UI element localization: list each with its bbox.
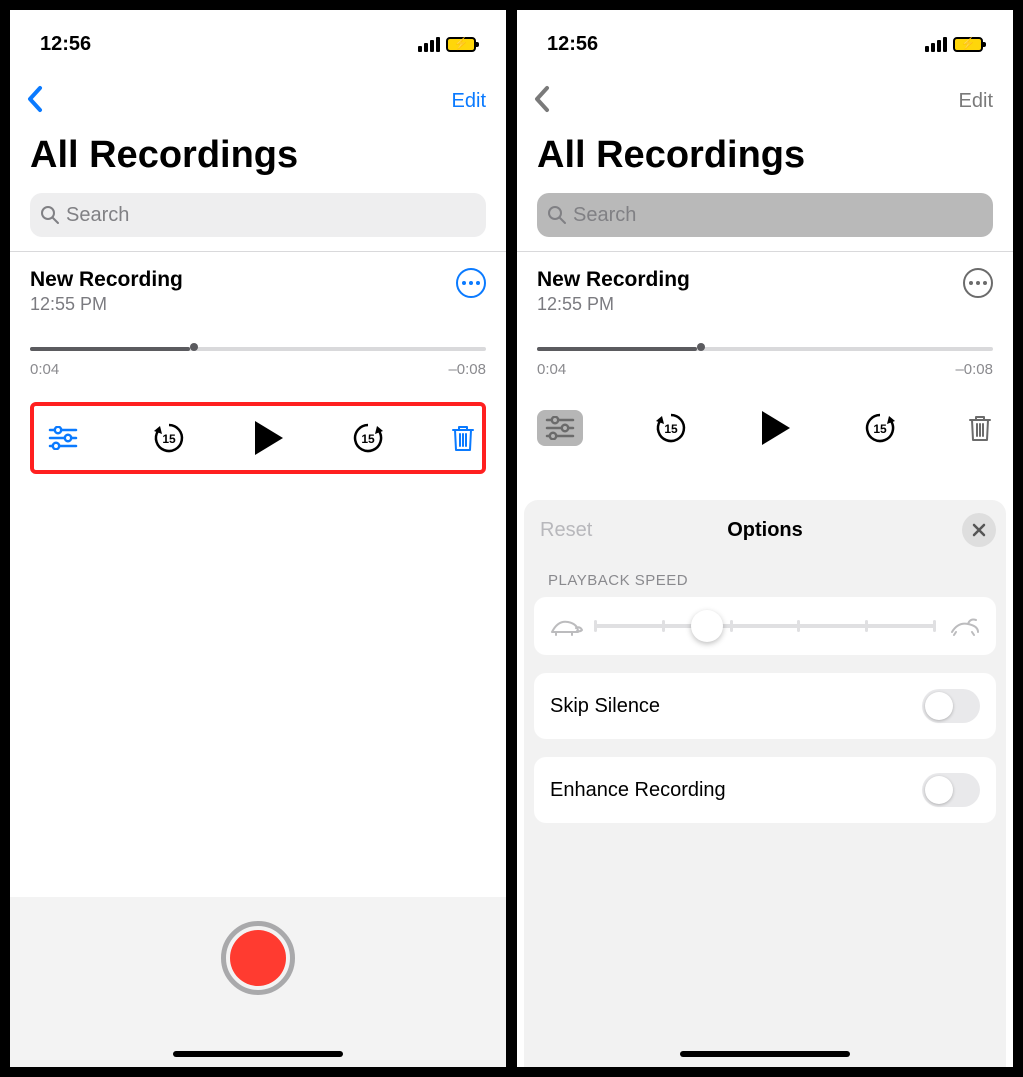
- options-button[interactable]: [40, 420, 86, 456]
- back-button[interactable]: [26, 85, 44, 118]
- status-bar: 12:56 ⚡: [517, 10, 1013, 62]
- rewind-icon: 15: [151, 420, 187, 456]
- page-title: All Recordings: [10, 118, 506, 187]
- search-icon: [40, 205, 60, 225]
- status-bar: 12:56 ⚡: [10, 10, 506, 62]
- delete-button[interactable]: [450, 423, 476, 453]
- recording-item[interactable]: New Recording 12:55 PM 0:04 –0:08: [10, 252, 506, 384]
- phone-left: 12:56 ⚡ Edit All Recordings Search New R…: [10, 10, 506, 1067]
- remaining-time: –0:08: [955, 361, 993, 378]
- more-button[interactable]: [456, 268, 486, 298]
- status-time: 12:56: [547, 33, 598, 56]
- cellular-signal-icon: [418, 37, 440, 52]
- recording-item[interactable]: New Recording 12:55 PM 0:04 –0:08: [517, 252, 1013, 384]
- more-button[interactable]: [963, 268, 993, 298]
- skip-silence-row: Skip Silence: [534, 673, 996, 739]
- record-button[interactable]: [221, 921, 295, 995]
- playback-scrubber[interactable]: [537, 345, 993, 351]
- playback-controls: 15 15: [40, 412, 476, 464]
- reset-button[interactable]: Reset: [540, 519, 592, 542]
- svg-text:15: 15: [873, 422, 887, 436]
- sliders-icon: [545, 416, 575, 440]
- play-button[interactable]: [251, 419, 285, 457]
- search-icon: [547, 205, 567, 225]
- rewind-icon: 15: [653, 410, 689, 446]
- status-time: 12:56: [40, 33, 91, 56]
- options-button[interactable]: [537, 410, 583, 446]
- record-icon: [230, 930, 286, 986]
- status-indicators: ⚡: [925, 37, 983, 52]
- recording-time: 12:55 PM: [30, 294, 183, 315]
- home-indicator[interactable]: [173, 1051, 343, 1057]
- sheet-header: Reset Options: [524, 500, 1006, 560]
- rewind-15-button[interactable]: 15: [151, 420, 187, 456]
- options-sheet: Reset Options PLAYBACK SPEED Skip Silenc…: [524, 500, 1006, 1067]
- skip-silence-toggle[interactable]: [922, 689, 980, 723]
- hare-icon: [946, 614, 982, 638]
- nav-bar: Edit: [10, 62, 506, 118]
- page-title: All Recordings: [517, 118, 1013, 187]
- recording-title: New Recording: [537, 268, 690, 292]
- recording-title: New Recording: [30, 268, 183, 292]
- close-button[interactable]: [962, 513, 996, 547]
- playback-speed-card: [534, 597, 996, 655]
- sliders-icon: [48, 426, 78, 450]
- trash-icon: [450, 423, 476, 453]
- status-indicators: ⚡: [418, 37, 476, 52]
- enhance-recording-row: Enhance Recording: [534, 757, 996, 823]
- edit-button[interactable]: Edit: [452, 90, 486, 113]
- battery-icon: ⚡: [953, 37, 983, 52]
- playback-controls: 15 15: [537, 402, 993, 454]
- battery-icon: ⚡: [446, 37, 476, 52]
- remaining-time: –0:08: [448, 361, 486, 378]
- chevron-left-icon: [533, 85, 551, 113]
- highlight-box: 15 15: [30, 402, 486, 474]
- back-button[interactable]: [533, 85, 551, 118]
- forward-icon: 15: [350, 420, 386, 456]
- slider-knob[interactable]: [691, 610, 723, 642]
- playback-scrubber[interactable]: [30, 345, 486, 351]
- recording-time: 12:55 PM: [537, 294, 690, 315]
- home-indicator[interactable]: [680, 1051, 850, 1057]
- sheet-title: Options: [727, 519, 803, 542]
- ellipsis-icon: [462, 281, 480, 285]
- search-input[interactable]: Search: [30, 193, 486, 237]
- forward-15-button[interactable]: 15: [862, 410, 898, 446]
- svg-text:15: 15: [162, 432, 176, 446]
- playback-speed-slider[interactable]: [594, 611, 936, 641]
- record-dock: [10, 897, 506, 1067]
- search-input[interactable]: Search: [537, 193, 993, 237]
- svg-text:15: 15: [361, 432, 375, 446]
- playback-speed-label: PLAYBACK SPEED: [524, 560, 1006, 597]
- phone-right: 12:56 ⚡ Edit All Recordings Search New R…: [517, 10, 1013, 1067]
- enhance-recording-toggle[interactable]: [922, 773, 980, 807]
- cellular-signal-icon: [925, 37, 947, 52]
- svg-text:15: 15: [664, 422, 678, 436]
- play-button[interactable]: [758, 409, 792, 447]
- tortoise-icon: [548, 614, 584, 638]
- edit-button[interactable]: Edit: [959, 90, 993, 113]
- elapsed-time: 0:04: [30, 361, 59, 378]
- play-icon: [758, 409, 792, 447]
- trash-icon: [967, 413, 993, 443]
- close-icon: [972, 523, 986, 537]
- enhance-recording-label: Enhance Recording: [550, 779, 726, 802]
- delete-button[interactable]: [967, 413, 993, 443]
- rewind-15-button[interactable]: 15: [653, 410, 689, 446]
- forward-icon: 15: [862, 410, 898, 446]
- search-placeholder: Search: [66, 204, 129, 227]
- nav-bar: Edit: [517, 62, 1013, 118]
- forward-15-button[interactable]: 15: [350, 420, 386, 456]
- elapsed-time: 0:04: [537, 361, 566, 378]
- play-icon: [251, 419, 285, 457]
- search-placeholder: Search: [573, 204, 636, 227]
- chevron-left-icon: [26, 85, 44, 113]
- ellipsis-icon: [969, 281, 987, 285]
- skip-silence-label: Skip Silence: [550, 695, 660, 718]
